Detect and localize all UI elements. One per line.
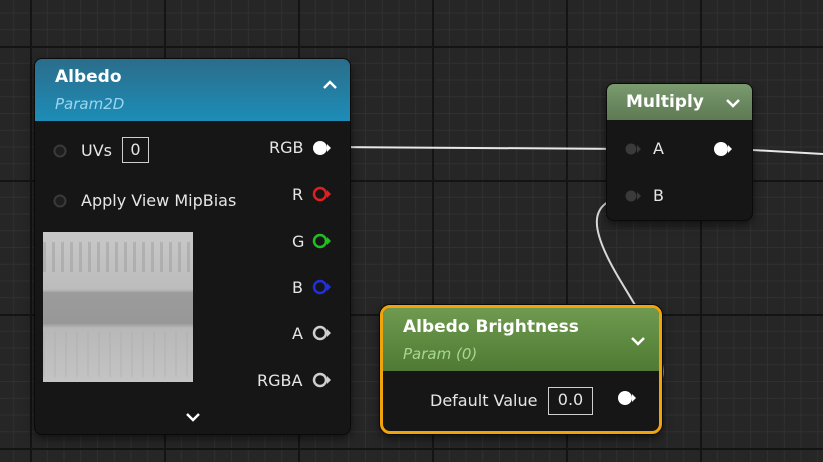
node-subtitle: Param (0) — [403, 345, 478, 363]
uvs-label: UVs — [81, 141, 112, 160]
albedo-brightness-node[interactable]: Albedo Brightness Param (0) Default Valu… — [380, 305, 662, 434]
rgba-output-pin[interactable] — [312, 372, 332, 388]
mipbias-input-pin[interactable] — [53, 194, 67, 208]
rgb-output-pin[interactable] — [312, 140, 332, 155]
chevron-down-icon[interactable] — [185, 409, 201, 427]
brightness-output-pin[interactable] — [617, 390, 639, 405]
multiply-node-header[interactable]: Multiply — [607, 84, 752, 120]
uvs-input-pin[interactable] — [53, 144, 67, 158]
chevron-down-icon[interactable] — [725, 95, 741, 113]
default-value-label: Default Value — [430, 391, 538, 410]
multiply-node[interactable]: Multiply A B — [607, 84, 752, 220]
r-output-pin[interactable] — [312, 186, 332, 202]
mipbias-label: Apply View MipBias — [81, 191, 237, 210]
node-title: Albedo Brightness — [403, 317, 579, 337]
node-subtitle: Param2D — [55, 95, 125, 113]
brightness-node-header[interactable]: Albedo Brightness Param (0) — [383, 308, 659, 371]
chevron-up-icon[interactable] — [322, 77, 338, 95]
default-value-field[interactable]: 0.0 — [548, 387, 593, 415]
albedo-texture-node[interactable]: Albedo Param2D UVs 0 Apply View MipBias … — [35, 59, 350, 434]
wire-rgb-to-a — [329, 146, 631, 150]
a-input-label: A — [653, 139, 664, 158]
a-input-pin[interactable] — [624, 142, 641, 156]
multiply-output-pin[interactable] — [713, 141, 735, 156]
albedo-node-header[interactable]: Albedo Param2D — [35, 59, 350, 121]
b-output-label: B — [292, 278, 303, 297]
node-title: Multiply — [626, 92, 704, 112]
rgb-output-label: RGB — [269, 138, 304, 157]
r-output-label: R — [292, 185, 304, 204]
b-input-label: B — [653, 186, 664, 205]
chevron-down-icon[interactable] — [630, 333, 646, 351]
rgba-output-label: RGBA — [257, 371, 303, 390]
node-title: Albedo — [55, 67, 122, 87]
uvs-value-field[interactable]: 0 — [122, 137, 149, 163]
b-output-pin[interactable] — [312, 279, 332, 295]
texture-preview — [43, 232, 193, 382]
g-output-label: G — [292, 232, 305, 251]
a-output-pin[interactable] — [312, 325, 332, 341]
b-input-pin[interactable] — [624, 189, 641, 203]
g-output-pin[interactable] — [312, 233, 332, 249]
a-output-label: A — [292, 324, 303, 343]
